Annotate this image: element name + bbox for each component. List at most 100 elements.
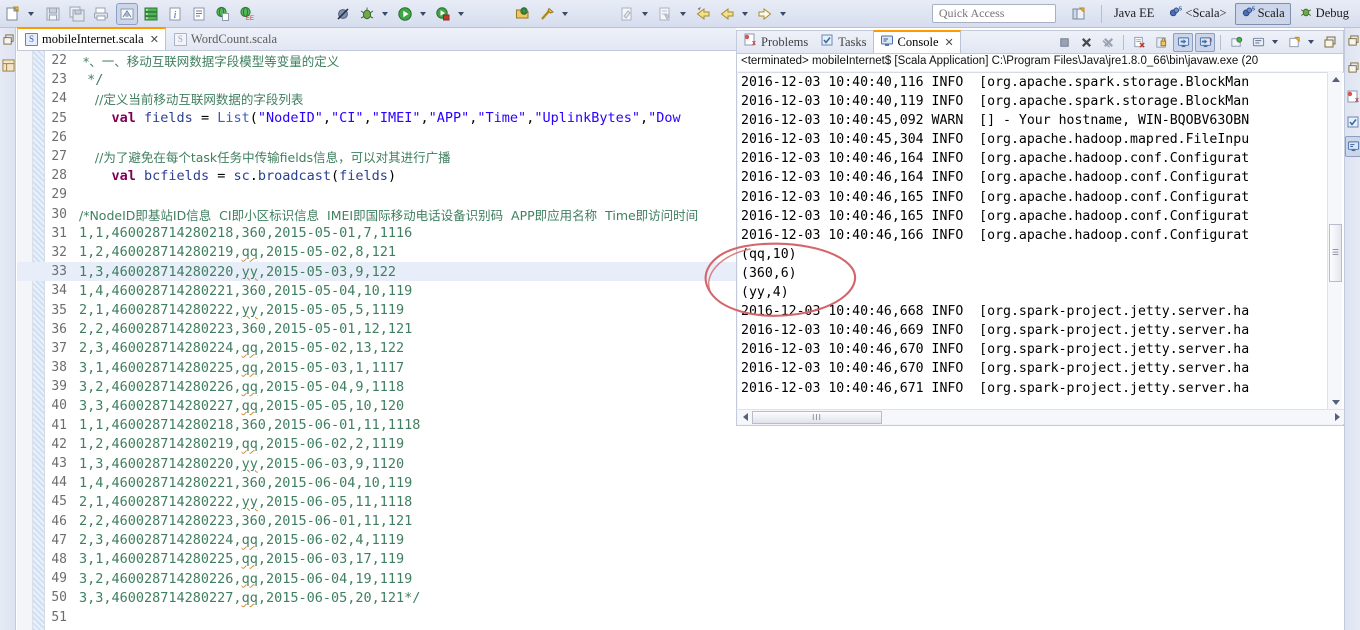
new-wizard-icon[interactable]: [2, 3, 24, 25]
horizontal-scrollbar-thumb[interactable]: III: [752, 410, 882, 424]
package-explorer-icon[interactable]: [0, 56, 16, 74]
remove-launch-icon[interactable]: [1076, 33, 1096, 52]
console-output[interactable]: 2016-12-03 10:40:40,116 INFO [org.apache…: [738, 72, 1344, 409]
close-icon[interactable]: ✕: [150, 33, 159, 46]
view-tab-tasks[interactable]: Tasks: [814, 31, 872, 53]
code-line[interactable]: 30 /*NodeID即基站ID信息 CI即小区标识信息 IMEI即国际移动电话设…: [17, 205, 736, 224]
restore-icon[interactable]: [0, 30, 16, 48]
code-line[interactable]: 23 */: [17, 70, 736, 89]
code-line[interactable]: 25 val fields = List("NodeID","CI","IMEI…: [17, 109, 736, 128]
code-line[interactable]: 50 3,3,460028714280227,qq,2015-06-05,20,1…: [17, 588, 736, 607]
next-annotation-dropdown-arrow[interactable]: [677, 3, 689, 25]
scroll-left-arrow-icon[interactable]: [738, 410, 752, 425]
quick-access-input[interactable]: [931, 4, 1056, 23]
code-line[interactable]: 40 3,3,460028714280227,qq,2015-05-05,10,1…: [17, 396, 736, 415]
pin-console-icon[interactable]: [1226, 33, 1246, 52]
info-icon[interactable]: i: [164, 3, 186, 25]
code-line[interactable]: 33 1,3,460028714280220,yy,2015-05-03,9,12…: [17, 262, 736, 282]
code-line[interactable]: 45 2,1,460028714280222,yy,2015-06-05,11,1…: [17, 492, 736, 511]
code-line[interactable]: 43 1,3,460028714280220,yy,2015-06-03,9,11…: [17, 454, 736, 473]
search-icon[interactable]: [536, 3, 558, 25]
scroll-lock-icon[interactable]: [1151, 33, 1171, 52]
open-type-icon[interactable]: [512, 3, 534, 25]
last-edit-location-icon[interactable]: [616, 3, 638, 25]
show-console-on-error-icon[interactable]: x: [1195, 32, 1215, 52]
remove-all-terminated-icon[interactable]: [1098, 33, 1118, 52]
next-annotation-icon[interactable]: [654, 3, 676, 25]
display-selected-console-dropdown-arrow[interactable]: [1269, 31, 1281, 53]
console-icon[interactable]: [1345, 136, 1360, 157]
show-console-on-output-icon[interactable]: [1173, 32, 1193, 52]
forward-icon[interactable]: [754, 3, 776, 25]
open-console-dropdown-arrow[interactable]: [1305, 31, 1317, 53]
code-line[interactable]: 41 1,1,460028714280218,360,2015-06-01,11,…: [17, 416, 736, 435]
back-icon[interactable]: [692, 3, 714, 25]
vertical-scrollbar-thumb[interactable]: ☰: [1329, 224, 1342, 282]
problems-icon[interactable]: x: [1345, 86, 1360, 107]
code-line[interactable]: 26: [17, 128, 736, 147]
code-line[interactable]: 29: [17, 185, 736, 204]
code-line[interactable]: 44 1,4,460028714280221,360,2015-06-04,10,…: [17, 473, 736, 492]
clear-console-icon[interactable]: [1129, 33, 1149, 52]
perspective-scala[interactable]: 5 Scala: [1234, 2, 1291, 25]
code-line[interactable]: 24 //定义当前移动互联网数据的字段列表: [17, 89, 736, 108]
code-line[interactable]: 38 3,1,460028714280225,qq,2015-05-03,1,11…: [17, 358, 736, 377]
perspective-scala-angle[interactable]: 5 <Scala>: [1162, 3, 1232, 25]
code-line[interactable]: 34 1,4,460028714280221,360,2015-05-04,10,…: [17, 281, 736, 300]
tasks-icon[interactable]: [1345, 111, 1360, 132]
minimize-icon[interactable]: [1320, 33, 1340, 52]
web-browser-icon[interactable]: [212, 3, 234, 25]
perspective-java-ee[interactable]: Java EE: [1108, 3, 1161, 25]
view-tab-console[interactable]: Console ✕: [872, 30, 961, 53]
scroll-right-arrow-icon[interactable]: [1330, 410, 1344, 425]
code-line[interactable]: 47 2,3,460028714280224,qq,2015-06-02,4,11…: [17, 531, 736, 550]
run-dropdown-arrow[interactable]: [417, 3, 429, 25]
code-line[interactable]: 49 3,2,460028714280226,qq,2015-06-04,19,1…: [17, 569, 736, 588]
run-icon[interactable]: [394, 3, 416, 25]
run-external-dropdown-arrow[interactable]: [455, 3, 467, 25]
restore-icon[interactable]: [1345, 30, 1360, 51]
perspective-debug[interactable]: Debug: [1293, 3, 1355, 25]
display-selected-console-icon[interactable]: [1248, 33, 1268, 52]
view-tab-problems[interactable]: x Problems: [737, 31, 814, 53]
debug-icon[interactable]: [356, 3, 378, 25]
code-line[interactable]: 35 2,1,460028714280222,yy,2015-05-05,5,11…: [17, 300, 736, 319]
code-line[interactable]: 46 2,2,460028714280223,360,2015-06-01,11,…: [17, 512, 736, 531]
console-vertical-scrollbar[interactable]: ☰: [1327, 72, 1342, 409]
code-line[interactable]: 22 *、一、移动互联网数据字段模型等变量的定义: [17, 51, 736, 70]
code-line[interactable]: 28 val bcfields = sc.broadcast(fields): [17, 166, 736, 185]
code-line[interactable]: 32 1,2,460028714280219,qq,2015-05-02,8,12…: [17, 243, 736, 262]
code-line[interactable]: 27 //为了避免在每个task任务中传输fields信息，可以对其进行广播: [17, 147, 736, 166]
save-all-icon[interactable]: [66, 3, 88, 25]
back-dropdown-arrow[interactable]: [739, 3, 751, 25]
run-external-icon[interactable]: [432, 3, 454, 25]
editor-tab-mobileinternet[interactable]: S mobileInternet.scala ✕: [17, 27, 166, 50]
server-icon[interactable]: [140, 3, 162, 25]
open-perspective-icon[interactable]: [1068, 3, 1090, 25]
code-line[interactable]: 39 3,2,460028714280226,qq,2015-05-04,9,11…: [17, 377, 736, 396]
code-line[interactable]: 42 1,2,460028714280219,qq,2015-06-02,2,11…: [17, 435, 736, 454]
scroll-up-arrow-icon[interactable]: [1328, 72, 1343, 86]
code-line[interactable]: 37 2,3,460028714280224,qq,2015-05-02,13,1…: [17, 339, 736, 358]
scroll-down-arrow-icon[interactable]: [1328, 395, 1343, 409]
web-ee-icon[interactable]: EE: [236, 3, 258, 25]
save-icon[interactable]: [42, 3, 64, 25]
restore-icon[interactable]: [1345, 57, 1360, 78]
code-line[interactable]: 48 3,1,460028714280225,qq,2015-06-03,17,1…: [17, 550, 736, 569]
skip-breakpoints-icon[interactable]: [332, 3, 354, 25]
forward-dropdown-arrow[interactable]: [777, 3, 789, 25]
code-line[interactable]: 51: [17, 607, 736, 626]
code-line[interactable]: 31 1,1,460028714280218,360,2015-05-01,7,1…: [17, 224, 736, 243]
code-line[interactable]: 36 2,2,460028714280223,360,2015-05-01,12,…: [17, 320, 736, 339]
new-wizard-dropdown-arrow[interactable]: [25, 3, 37, 25]
open-console-icon[interactable]: [1284, 33, 1304, 52]
print-icon[interactable]: [90, 3, 112, 25]
editor-tab-wordcount[interactable]: S WordCount.scala: [166, 28, 284, 50]
debug-dropdown-arrow[interactable]: [379, 3, 391, 25]
back-history-icon[interactable]: [716, 3, 738, 25]
console-horizontal-scrollbar[interactable]: III: [738, 409, 1344, 424]
terminate-icon[interactable]: [1054, 33, 1074, 52]
toggle-mark-occurrences-icon[interactable]: [116, 2, 138, 25]
search-dropdown-arrow[interactable]: [559, 3, 571, 25]
code-editor[interactable]: 22 *、一、移动互联网数据字段模型等变量的定义 23 */24 //定义当前移动…: [17, 51, 736, 630]
